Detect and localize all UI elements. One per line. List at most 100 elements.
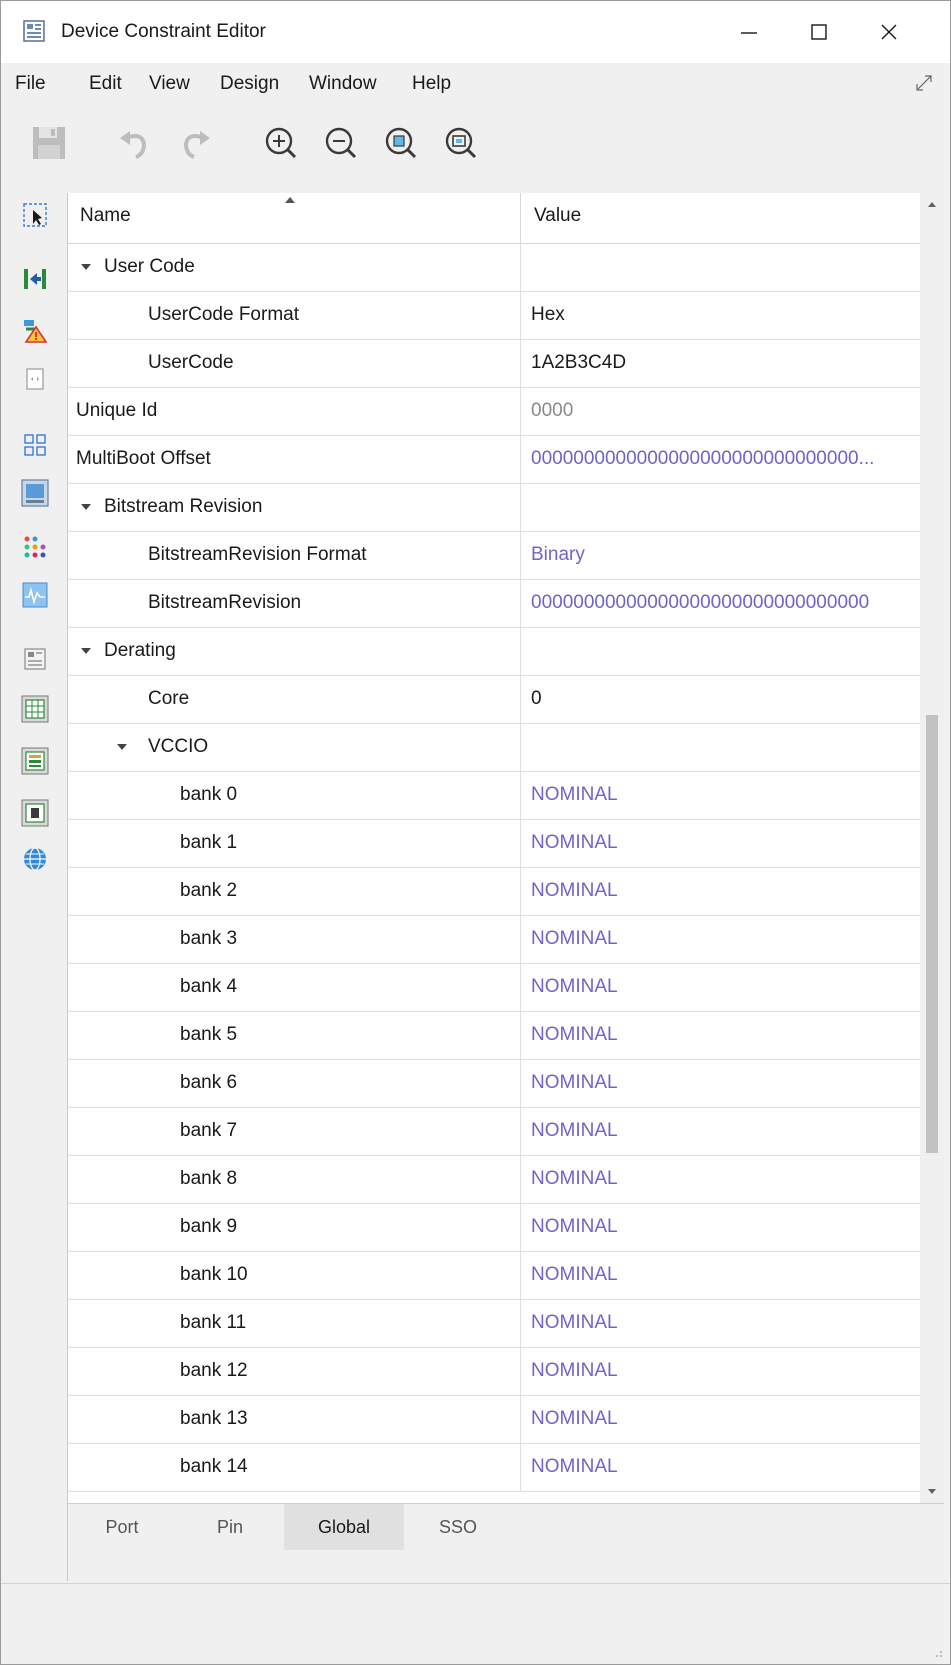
- value-cell[interactable]: NOMINAL: [521, 1251, 920, 1299]
- name-cell[interactable]: Unique Id: [68, 387, 521, 435]
- name-cell[interactable]: VCCIO: [68, 723, 521, 771]
- name-cell[interactable]: bank 12: [68, 1347, 521, 1395]
- table-row[interactable]: bank 7 NOMINAL: [68, 1107, 920, 1156]
- name-cell[interactable]: bank 10: [68, 1251, 521, 1299]
- assign-button[interactable]: [21, 265, 49, 293]
- color-dots-button[interactable]: [21, 533, 49, 561]
- list-view-button[interactable]: [21, 747, 49, 775]
- drc-button[interactable]: [21, 317, 49, 345]
- name-cell[interactable]: BitstreamRevision: [68, 579, 521, 627]
- tab-global[interactable]: Global: [284, 1504, 404, 1550]
- menu-file[interactable]: File: [15, 73, 46, 95]
- zoom-selection-button[interactable]: [439, 121, 483, 165]
- table-row[interactable]: bank 5 NOMINAL: [68, 1011, 920, 1060]
- name-cell[interactable]: bank 14: [68, 1443, 521, 1491]
- zoom-in-button[interactable]: [259, 121, 303, 165]
- value-cell[interactable]: 0000: [521, 387, 920, 435]
- table-row[interactable]: bank 1 NOMINAL: [68, 819, 920, 868]
- minimize-button[interactable]: [714, 1, 784, 63]
- scrollbar-thumb[interactable]: [926, 715, 938, 1153]
- undo-button[interactable]: [113, 121, 157, 165]
- chip-view-button[interactable]: [21, 479, 49, 507]
- name-cell[interactable]: bank 6: [68, 1059, 521, 1107]
- table-row[interactable]: User Code: [68, 243, 920, 292]
- value-cell[interactable]: NOMINAL: [521, 963, 920, 1011]
- value-cell[interactable]: NOMINAL: [521, 1347, 920, 1395]
- value-cell[interactable]: NOMINAL: [521, 819, 920, 867]
- name-cell[interactable]: UserCode Format: [68, 291, 521, 339]
- name-cell[interactable]: bank 9: [68, 1203, 521, 1251]
- globe-button[interactable]: [21, 845, 49, 873]
- pin-view-button[interactable]: [21, 365, 49, 393]
- name-cell[interactable]: Core: [68, 675, 521, 723]
- table-row[interactable]: Core 0: [68, 675, 920, 724]
- value-cell[interactable]: NOMINAL: [521, 915, 920, 963]
- waveform-button[interactable]: [21, 581, 49, 609]
- value-cell[interactable]: Hex: [521, 291, 920, 339]
- value-cell[interactable]: 0: [521, 675, 920, 723]
- column-header-name[interactable]: Name: [80, 193, 131, 243]
- save-button[interactable]: [27, 121, 71, 165]
- menu-view[interactable]: View: [149, 73, 190, 95]
- table-row[interactable]: bank 4 NOMINAL: [68, 963, 920, 1012]
- restore-view-icon[interactable]: [914, 73, 934, 93]
- table-row[interactable]: bank 2 NOMINAL: [68, 867, 920, 916]
- name-cell[interactable]: bank 5: [68, 1011, 521, 1059]
- value-cell[interactable]: NOMINAL: [521, 771, 920, 819]
- name-cell[interactable]: UserCode: [68, 339, 521, 387]
- tab-pin[interactable]: Pin: [176, 1504, 284, 1550]
- select-tool-button[interactable]: [21, 201, 49, 229]
- table-row[interactable]: bank 13 NOMINAL: [68, 1395, 920, 1444]
- name-cell[interactable]: bank 2: [68, 867, 521, 915]
- resize-grip-icon[interactable]: [930, 1645, 944, 1659]
- zoom-fit-button[interactable]: [379, 121, 423, 165]
- value-cell[interactable]: NOMINAL: [521, 1059, 920, 1107]
- expand-caret-icon[interactable]: [116, 742, 128, 752]
- value-cell[interactable]: NOMINAL: [521, 1299, 920, 1347]
- table-row[interactable]: bank 14 NOMINAL: [68, 1443, 920, 1492]
- name-cell[interactable]: BitstreamRevision Format: [68, 531, 521, 579]
- table-row[interactable]: bank 11 NOMINAL: [68, 1299, 920, 1348]
- table-row[interactable]: bank 3 NOMINAL: [68, 915, 920, 964]
- menu-window[interactable]: Window: [309, 73, 377, 95]
- table-row[interactable]: Bitstream Revision: [68, 483, 920, 532]
- layout-grid-button[interactable]: [21, 431, 49, 459]
- value-cell[interactable]: Binary: [521, 531, 920, 579]
- value-cell[interactable]: NOMINAL: [521, 1203, 920, 1251]
- name-cell[interactable]: bank 3: [68, 915, 521, 963]
- value-cell[interactable]: NOMINAL: [521, 1011, 920, 1059]
- zoom-out-button[interactable]: [319, 121, 363, 165]
- table-row[interactable]: Derating: [68, 627, 920, 676]
- table-row[interactable]: bank 10 NOMINAL: [68, 1251, 920, 1300]
- expand-caret-icon[interactable]: [80, 646, 92, 656]
- menu-design[interactable]: Design: [220, 73, 279, 95]
- vertical-scrollbar[interactable]: [920, 193, 944, 1503]
- table-row[interactable]: bank 12 NOMINAL: [68, 1347, 920, 1396]
- tab-port[interactable]: Port: [68, 1504, 176, 1550]
- table-row[interactable]: BitstreamRevision 00000000000000000000000…: [68, 579, 920, 628]
- expand-caret-icon[interactable]: [80, 262, 92, 272]
- table-row[interactable]: UserCode Format Hex: [68, 291, 920, 340]
- name-cell[interactable]: MultiBoot Offset: [68, 435, 521, 483]
- spreadsheet-button[interactable]: [21, 695, 49, 723]
- scroll-down-icon[interactable]: [926, 1485, 938, 1497]
- tab-sso[interactable]: SSO: [404, 1504, 512, 1550]
- sort-ascending-icon[interactable]: [283, 196, 297, 204]
- value-cell[interactable]: [521, 243, 920, 291]
- table-row[interactable]: bank 8 NOMINAL: [68, 1155, 920, 1204]
- value-cell[interactable]: NOMINAL: [521, 1443, 920, 1491]
- name-cell[interactable]: bank 1: [68, 819, 521, 867]
- name-cell[interactable]: bank 0: [68, 771, 521, 819]
- value-cell[interactable]: NOMINAL: [521, 1107, 920, 1155]
- table-row[interactable]: BitstreamRevision Format Binary: [68, 531, 920, 580]
- value-cell[interactable]: 1A2B3C4D: [521, 339, 920, 387]
- name-cell[interactable]: Bitstream Revision: [68, 483, 521, 531]
- table-row[interactable]: UserCode 1A2B3C4D: [68, 339, 920, 388]
- package-button[interactable]: [21, 645, 49, 673]
- maximize-button[interactable]: [784, 1, 854, 63]
- value-cell[interactable]: NOMINAL: [521, 1395, 920, 1443]
- table-row[interactable]: bank 6 NOMINAL: [68, 1059, 920, 1108]
- name-cell[interactable]: bank 4: [68, 963, 521, 1011]
- menu-help[interactable]: Help: [412, 73, 451, 95]
- table-row[interactable]: VCCIO: [68, 723, 920, 772]
